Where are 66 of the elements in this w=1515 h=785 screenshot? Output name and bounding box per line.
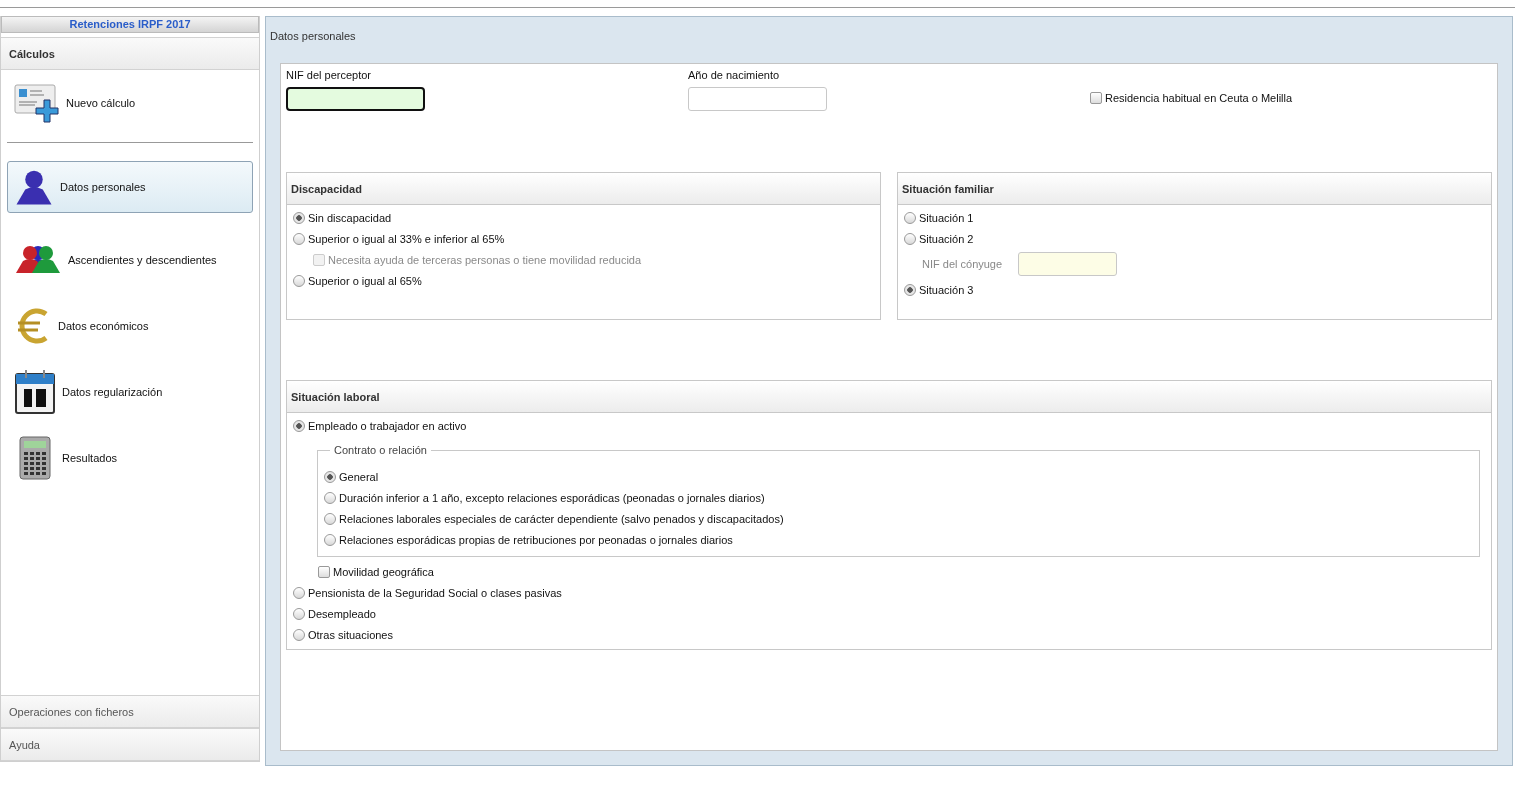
option-label: Sin discapacidad — [308, 211, 392, 224]
option-label: Desempleado — [308, 607, 376, 620]
field-label: Año de nacimiento — [688, 68, 781, 82]
panel-title: Datos personales — [270, 29, 357, 44]
option-label: Pensionista de la Seguridad Social o clases pasivas — [308, 586, 562, 599]
option-label: General — [339, 470, 379, 483]
id-card-plus-icon — [14, 82, 60, 124]
fieldset-legend: Contrato o relación — [330, 444, 431, 456]
radio-option[interactable]: Otras situaciones — [293, 624, 1485, 645]
checkbox[interactable] — [1090, 91, 1102, 104]
sidebar-item[interactable]: Datos personales — [7, 161, 253, 213]
accordion-header[interactable]: Operaciones con ficheros — [1, 695, 259, 728]
radio-button[interactable] — [324, 533, 336, 546]
sidebar-item[interactable]: Resultados — [7, 425, 253, 491]
option-label: Situación 1 — [919, 211, 974, 224]
checkbox-label: Necesita ayuda de terceras personas o tiene movilidad reducida — [328, 253, 642, 266]
radio-option[interactable]: Desempleado — [293, 603, 1485, 624]
radio-button[interactable] — [293, 586, 305, 599]
radio-button[interactable] — [293, 419, 305, 432]
accordion-header[interactable]: Cálculos — [1, 37, 259, 70]
option-label: Superior o igual al 65% — [308, 274, 422, 287]
radio-button[interactable] — [293, 232, 305, 245]
sidebar-title: Retenciones IRPF 2017 — [1, 16, 259, 33]
option-label: Relaciones laborales especiales de carácter dependiente (salvo penados y discapacitados) — [339, 512, 784, 525]
radio-option[interactable]: Situación 2 — [904, 228, 1485, 249]
checkbox-label: Movilidad geográfica — [333, 565, 434, 578]
option-label: Otras situaciones — [308, 628, 393, 641]
radio-option[interactable]: Situación 3 — [904, 279, 1485, 300]
option-label: Relaciones esporádicas propias de retribuciones por peonadas o jornales diarios — [339, 533, 733, 546]
radio-button[interactable] — [293, 628, 305, 641]
option-label: Situación 2 — [919, 232, 974, 245]
radio-option[interactable]: Superior o igual al 65% — [293, 270, 874, 291]
radio-button[interactable] — [324, 491, 336, 504]
checkbox[interactable] — [318, 565, 330, 578]
radio-button[interactable] — [324, 512, 336, 525]
calendar-icon — [14, 369, 56, 415]
radio-option[interactable]: Situación 1 — [904, 207, 1485, 228]
option-label: Situación 3 — [919, 283, 974, 296]
sidebar-item[interactable]: Ascendientes y descendientes — [7, 227, 253, 293]
radio-button[interactable] — [324, 470, 336, 483]
option-label: Empleado o trabajador en activo — [308, 419, 467, 432]
radio-button[interactable] — [293, 211, 305, 224]
radio-button[interactable] — [904, 211, 916, 224]
radio-button[interactable] — [293, 274, 305, 287]
radio-option[interactable]: Pensionista de la Seguridad Social o clases pasivas — [293, 582, 1485, 603]
radio-option[interactable]: Superior o igual al 33% e inferior al 65% — [293, 228, 874, 249]
input-field[interactable] — [286, 87, 425, 111]
accordion-header[interactable]: Ayuda — [1, 728, 259, 761]
field-label: NIF del cónyuge — [922, 257, 1003, 271]
radio-button[interactable] — [293, 607, 305, 620]
sidebar-item[interactable]: Datos regularización — [7, 359, 253, 425]
input-field[interactable] — [688, 87, 827, 111]
radio-option[interactable]: Duración inferior a 1 año, excepto relaciones esporádicas (peonadas o jornales diarios) — [324, 487, 1473, 508]
option-label: Superior o igual al 33% e inferior al 65% — [308, 232, 505, 245]
field-label: NIF del perceptor — [286, 68, 372, 82]
radio-option[interactable]: Relaciones laborales especiales de carácter dependiente (salvo penados y discapacitados) — [324, 508, 1473, 529]
sidebar-item[interactable]: Datos económicos — [7, 293, 253, 359]
checkbox-label: Residencia habitual en Ceuta o Melilla — [1105, 91, 1293, 104]
radio-option[interactable]: Sin discapacidad — [293, 207, 874, 228]
radio-option[interactable]: Relaciones esporádicas propias de retribuciones por peonadas o jornales diarios — [324, 529, 1473, 550]
radio-button[interactable] — [904, 232, 916, 245]
radio-option[interactable]: Empleado o trabajador en activo — [293, 415, 1485, 436]
radio-option[interactable]: General — [324, 466, 1473, 487]
sidebar-item[interactable]: Nuevo cálculo — [7, 70, 253, 136]
radio-button[interactable] — [904, 283, 916, 296]
option-label: Duración inferior a 1 año, excepto relaciones esporádicas (peonadas o jornales diarios) — [339, 491, 765, 504]
